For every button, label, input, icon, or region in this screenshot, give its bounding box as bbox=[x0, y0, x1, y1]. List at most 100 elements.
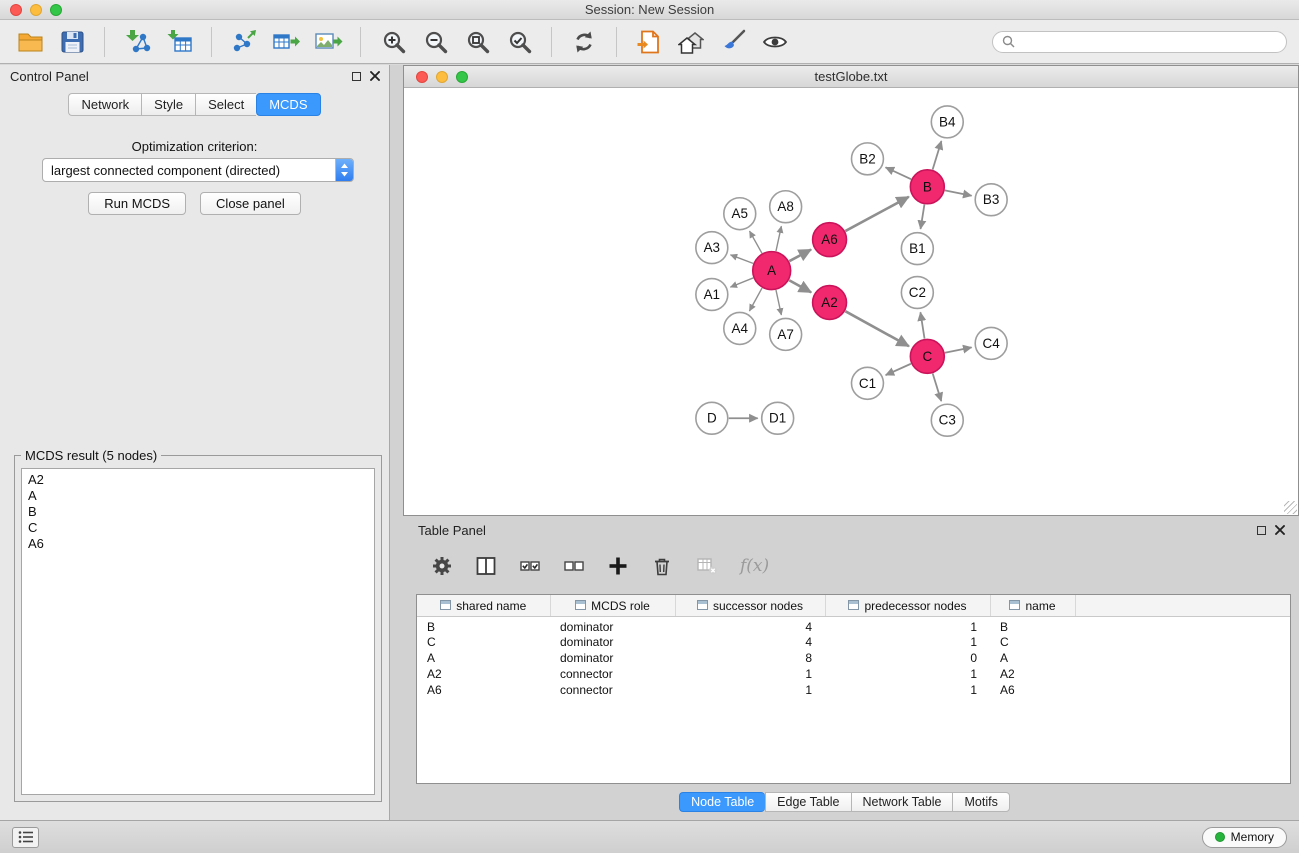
edge-B-B4[interactable] bbox=[933, 141, 942, 170]
export-network-button[interactable] bbox=[226, 24, 262, 60]
function-builder-button[interactable]: f(x) bbox=[740, 556, 769, 576]
node-D1[interactable]: D1 bbox=[762, 402, 794, 434]
node-C[interactable]: C bbox=[910, 339, 944, 373]
delete-column-button[interactable] bbox=[650, 554, 674, 578]
save-session-button[interactable] bbox=[54, 24, 90, 60]
edge-A-A1[interactable] bbox=[730, 278, 753, 287]
show-hide-button[interactable] bbox=[757, 24, 793, 60]
edge-B-B3[interactable] bbox=[945, 190, 972, 195]
edge-B-B1[interactable] bbox=[921, 205, 925, 229]
column-header-shared-name[interactable]: shared name bbox=[417, 595, 550, 616]
edge-A-A2[interactable] bbox=[789, 280, 811, 292]
node-A5[interactable]: A5 bbox=[724, 198, 756, 230]
node-C4[interactable]: C4 bbox=[975, 327, 1007, 359]
edge-A-A4[interactable] bbox=[749, 288, 762, 311]
node-B1[interactable]: B1 bbox=[901, 233, 933, 265]
tab-mcds[interactable]: MCDS bbox=[256, 93, 320, 116]
table-row[interactable]: Bdominator41B bbox=[417, 616, 1290, 634]
search-field[interactable] bbox=[992, 31, 1287, 53]
node-B3[interactable]: B3 bbox=[975, 184, 1007, 216]
edge-B-B2[interactable] bbox=[886, 167, 912, 179]
node-C1[interactable]: C1 bbox=[851, 367, 883, 399]
edge-C-C1[interactable] bbox=[886, 364, 911, 375]
tab-network-table[interactable]: Network Table bbox=[851, 792, 953, 812]
close-window-icon[interactable] bbox=[10, 4, 22, 16]
refresh-button[interactable] bbox=[566, 24, 602, 60]
edge-A-A6[interactable] bbox=[789, 250, 811, 262]
node-A8[interactable]: A8 bbox=[770, 191, 802, 223]
home-button[interactable] bbox=[673, 24, 709, 60]
tab-motifs[interactable]: Motifs bbox=[952, 792, 1009, 812]
tab-style[interactable]: Style bbox=[141, 93, 195, 116]
network-graph[interactable]: B4 B2 B B3 A8 A5 A6 A3 B1 A C2 A1 A2 A4 A7 C4 C C1 C3 D D1 bbox=[404, 89, 1298, 515]
close-table-panel-icon[interactable] bbox=[1275, 525, 1285, 535]
node-A3[interactable]: A3 bbox=[696, 232, 728, 264]
close-network-window-icon[interactable] bbox=[416, 71, 428, 83]
zoom-in-button[interactable] bbox=[375, 24, 411, 60]
zoom-out-button[interactable] bbox=[417, 24, 453, 60]
zoom-selected-button[interactable] bbox=[501, 24, 537, 60]
criterion-dropdown[interactable]: largest connected component (directed) bbox=[42, 158, 354, 182]
node-A4[interactable]: A4 bbox=[724, 312, 756, 344]
tab-edge-table[interactable]: Edge Table bbox=[765, 792, 850, 812]
node-C3[interactable]: C3 bbox=[931, 404, 963, 436]
column-header-successor-nodes[interactable]: successor nodes bbox=[675, 595, 825, 616]
delete-table-button[interactable] bbox=[694, 554, 720, 578]
edge-A-A7[interactable] bbox=[776, 290, 781, 315]
zoom-window-icon[interactable] bbox=[50, 4, 62, 16]
table-row[interactable]: A2connector11A2 bbox=[417, 666, 1290, 682]
edge-A-A3[interactable] bbox=[730, 255, 753, 264]
dropdown-stepper-icon[interactable] bbox=[335, 159, 353, 181]
edge-A2-C[interactable] bbox=[845, 311, 909, 346]
column-header-MCDS-role[interactable]: MCDS role bbox=[550, 595, 675, 616]
tab-node-table[interactable]: Node Table bbox=[679, 792, 765, 812]
node-C2[interactable]: C2 bbox=[901, 277, 933, 309]
new-document-button[interactable] bbox=[631, 24, 667, 60]
style-button[interactable] bbox=[715, 24, 751, 60]
float-table-panel-icon[interactable] bbox=[1257, 526, 1266, 535]
edge-A6-B[interactable] bbox=[845, 197, 909, 231]
memory-button[interactable]: Memory bbox=[1202, 827, 1287, 848]
tab-select[interactable]: Select bbox=[195, 93, 256, 116]
network-window-titlebar[interactable]: testGlobe.txt bbox=[404, 66, 1298, 88]
import-table-button[interactable] bbox=[161, 24, 197, 60]
select-all-button[interactable] bbox=[518, 554, 542, 578]
node-A2[interactable]: A2 bbox=[813, 286, 847, 320]
column-header-predecessor-nodes[interactable]: predecessor nodes bbox=[825, 595, 990, 616]
close-panel-icon[interactable] bbox=[370, 71, 380, 81]
table-settings-button[interactable] bbox=[430, 554, 454, 578]
table-row[interactable]: Cdominator41C bbox=[417, 634, 1290, 650]
minimize-window-icon[interactable] bbox=[30, 4, 42, 16]
float-panel-icon[interactable] bbox=[352, 72, 361, 81]
node-D[interactable]: D bbox=[696, 402, 728, 434]
node-A7[interactable]: A7 bbox=[770, 318, 802, 350]
mcds-result-list[interactable]: A2ABCA6 bbox=[21, 468, 375, 795]
table-row[interactable]: Adominator80A bbox=[417, 650, 1290, 666]
open-session-button[interactable] bbox=[12, 24, 48, 60]
task-history-button[interactable] bbox=[12, 827, 39, 848]
edge-C-C4[interactable] bbox=[945, 347, 972, 352]
node-A[interactable]: A bbox=[753, 252, 791, 290]
minimize-network-window-icon[interactable] bbox=[436, 71, 448, 83]
import-network-button[interactable] bbox=[119, 24, 155, 60]
edge-A-A5[interactable] bbox=[750, 231, 762, 253]
search-input[interactable] bbox=[1020, 35, 1277, 49]
edge-A-A8[interactable] bbox=[776, 226, 781, 251]
export-table-button[interactable] bbox=[268, 24, 304, 60]
edge-C-C3[interactable] bbox=[933, 374, 942, 402]
node-B[interactable]: B bbox=[910, 170, 944, 204]
export-image-button[interactable] bbox=[310, 24, 346, 60]
table-row[interactable]: A6connector11A6 bbox=[417, 682, 1290, 698]
edge-C-C2[interactable] bbox=[920, 312, 924, 338]
node-A1[interactable]: A1 bbox=[696, 279, 728, 311]
tab-network[interactable]: Network bbox=[68, 93, 141, 116]
zoom-fit-button[interactable] bbox=[459, 24, 495, 60]
node-B4[interactable]: B4 bbox=[931, 106, 963, 138]
zoom-network-window-icon[interactable] bbox=[456, 71, 468, 83]
run-mcds-button[interactable]: Run MCDS bbox=[88, 192, 186, 215]
node-B2[interactable]: B2 bbox=[851, 143, 883, 175]
show-columns-button[interactable] bbox=[474, 554, 498, 578]
node-A6[interactable]: A6 bbox=[813, 223, 847, 257]
column-header-name[interactable]: name bbox=[990, 595, 1075, 616]
network-canvas[interactable]: B4 B2 B B3 A8 A5 A6 A3 B1 A C2 A1 A2 A4 A7 C4 C C1 C3 D D1 bbox=[404, 89, 1298, 515]
